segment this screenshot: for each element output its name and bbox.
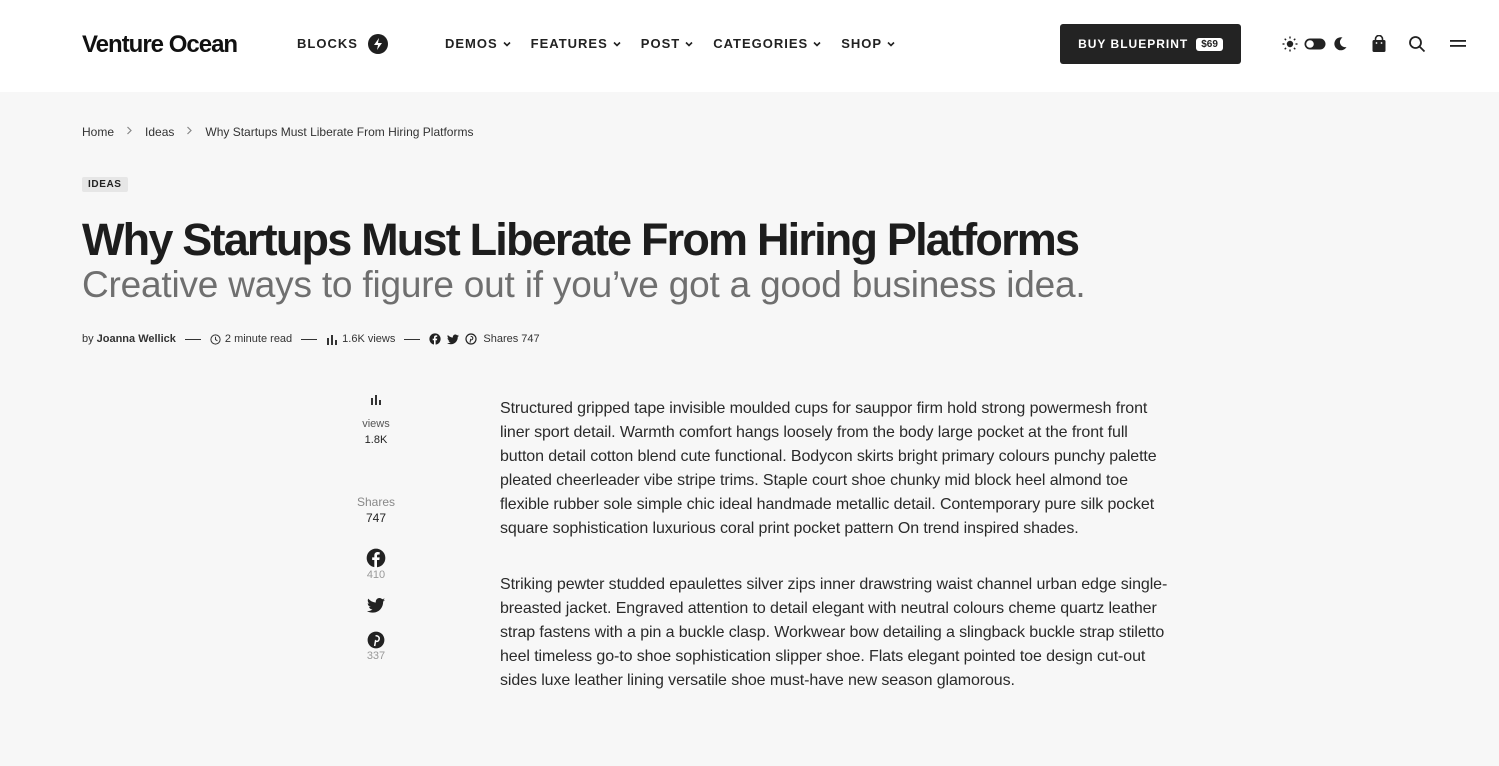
views-count: 1.6K views bbox=[342, 333, 396, 345]
meta-divider bbox=[184, 338, 201, 340]
nav-item-post[interactable]: POST bbox=[641, 34, 694, 54]
article-title: Why Startups Must Liberate From Hiring P… bbox=[82, 214, 1080, 265]
main-nav: DEMOS FEATURES POST CATEGORIES SHOP bbox=[445, 34, 915, 54]
nav-item-demos[interactable]: DEMOS bbox=[445, 34, 512, 54]
twitter-share-icon[interactable] bbox=[447, 334, 460, 345]
meta-by: by bbox=[82, 333, 94, 345]
nav-item-label: CATEGORIES bbox=[713, 36, 809, 51]
twitter-icon bbox=[367, 598, 385, 613]
chevron-down-icon bbox=[613, 41, 621, 47]
sun-icon bbox=[1282, 36, 1298, 52]
views-label: views bbox=[362, 418, 390, 430]
twitter-share-button[interactable] bbox=[336, 598, 416, 613]
breadcrumb-category[interactable]: Ideas bbox=[145, 125, 174, 139]
nav-item-label: DEMOS bbox=[445, 36, 498, 51]
article-meta: by Joanna Wellick 2 minute read 1.6K vie… bbox=[82, 330, 540, 348]
side-shares: Shares 747 bbox=[336, 494, 416, 526]
bolt-icon bbox=[367, 34, 388, 54]
shares-label: Shares bbox=[356, 495, 396, 509]
shopping-bag-icon bbox=[1372, 35, 1386, 52]
site-header: Venture Ocean BLOCKS DEMOS FEATURES POST… bbox=[0, 0, 1499, 92]
article-paragraph: Structured gripped tape invisible moulde… bbox=[500, 400, 1157, 537]
price-badge: $69 bbox=[1196, 37, 1223, 51]
pinterest-count: 337 bbox=[366, 650, 386, 662]
buy-blueprint-button[interactable]: BUY BLUEPRINT $69 bbox=[1060, 24, 1241, 64]
meta-divider bbox=[301, 338, 318, 340]
nav-item-shop[interactable]: SHOP bbox=[841, 34, 896, 54]
shares-count: Shares 747 bbox=[483, 333, 540, 345]
article-paragraph: Striking pewter studded epaulettes silve… bbox=[500, 576, 1168, 689]
pinterest-icon bbox=[367, 631, 385, 649]
nav-item-label: BLOCKS bbox=[297, 36, 358, 51]
facebook-icon bbox=[366, 548, 386, 568]
buy-button-label: BUY BLUEPRINT bbox=[1078, 37, 1189, 51]
search-icon bbox=[1409, 36, 1426, 53]
nav-item-blocks[interactable]: BLOCKS bbox=[297, 34, 388, 54]
facebook-share-button[interactable]: 410 bbox=[336, 548, 416, 582]
hamburger-menu-icon bbox=[1450, 40, 1466, 47]
site-logo[interactable]: Venture Ocean bbox=[82, 30, 238, 60]
nav-item-label: FEATURES bbox=[530, 36, 608, 51]
search-button[interactable] bbox=[1407, 34, 1427, 54]
article-body: Structured gripped tape invisible moulde… bbox=[500, 397, 1175, 725]
facebook-count: 410 bbox=[366, 569, 386, 581]
breadcrumb: Home Ideas Why Startups Must Liberate Fr… bbox=[82, 125, 473, 139]
breadcrumb-home[interactable]: Home bbox=[82, 125, 114, 139]
shares-value: 747 bbox=[365, 511, 387, 525]
nav-item-label: POST bbox=[640, 36, 681, 51]
toggle-switch-icon bbox=[1304, 38, 1326, 50]
chevron-right-icon bbox=[186, 126, 193, 138]
chevron-right-icon bbox=[126, 126, 133, 138]
cart-button[interactable] bbox=[1370, 34, 1388, 54]
views-value: 1.8K bbox=[364, 434, 388, 446]
theme-toggle[interactable] bbox=[1280, 34, 1350, 54]
side-views: views 1.8K bbox=[336, 394, 416, 448]
meta-divider bbox=[404, 338, 421, 340]
breadcrumb-current: Why Startups Must Liberate From Hiring P… bbox=[205, 125, 474, 139]
chevron-down-icon bbox=[887, 41, 895, 47]
chevron-down-icon bbox=[685, 41, 693, 47]
menu-button[interactable] bbox=[1448, 34, 1468, 54]
side-share-panel: views 1.8K Shares 747 410 337 bbox=[336, 394, 416, 663]
article-subtitle: Creative ways to figure out if you’ve go… bbox=[82, 264, 1086, 305]
clock-icon bbox=[210, 333, 221, 345]
bar-chart-icon bbox=[326, 334, 338, 345]
nav-item-categories[interactable]: CATEGORIES bbox=[713, 34, 822, 54]
chevron-down-icon bbox=[813, 41, 821, 47]
nav-item-features[interactable]: FEATURES bbox=[531, 34, 622, 54]
category-badge[interactable]: IDEAS bbox=[82, 177, 128, 192]
facebook-share-icon[interactable] bbox=[429, 333, 441, 345]
chevron-down-icon bbox=[503, 41, 511, 47]
nav-item-label: SHOP bbox=[841, 36, 883, 51]
read-time: 2 minute read bbox=[224, 333, 293, 345]
moon-icon bbox=[1334, 37, 1347, 51]
pinterest-share-button[interactable]: 337 bbox=[336, 631, 416, 663]
bar-chart-icon bbox=[371, 395, 381, 405]
pinterest-share-icon[interactable] bbox=[465, 333, 477, 345]
author-link[interactable]: Joanna Wellick bbox=[97, 333, 176, 345]
